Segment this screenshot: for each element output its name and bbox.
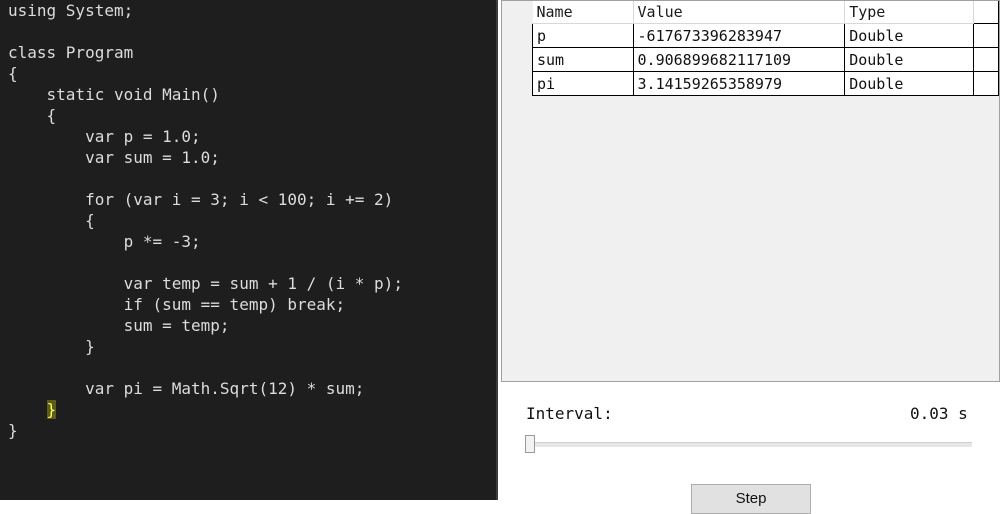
variables-panel: Name Value Type p -617673396283947 Doubl…	[501, 0, 1000, 382]
interval-value: 0.03 s	[910, 404, 968, 423]
variable-value: -617673396283947	[632, 23, 846, 48]
variable-type: Double	[844, 47, 975, 72]
column-header-value[interactable]: Value	[633, 1, 846, 24]
code-line: }	[8, 337, 95, 356]
code-line: sum = temp;	[8, 316, 230, 335]
code-editor[interactable]: using System; class Program { static voi…	[0, 0, 498, 500]
code-line: {	[8, 211, 95, 230]
code-line: class Program	[8, 43, 134, 62]
code-line: for (var i = 3; i < 100; i += 2)	[8, 190, 394, 209]
interval-slider-track[interactable]	[526, 442, 972, 448]
table-row[interactable]: pi 3.14159265358979 Double	[532, 71, 999, 96]
table-row[interactable]: p -617673396283947 Double	[532, 23, 999, 48]
variable-value: 0.906899682117109	[632, 47, 846, 72]
code-line: }	[8, 421, 18, 440]
code-line: if (sum == temp) break;	[8, 295, 346, 314]
variables-header-row: Name Value Type	[532, 1, 999, 24]
code-line: using System;	[8, 1, 134, 20]
variable-name: p	[532, 23, 634, 48]
interval-slider-thumb[interactable]	[525, 435, 535, 453]
code-line: {	[8, 64, 18, 83]
variable-value: 3.14159265358979	[632, 71, 846, 96]
step-button[interactable]: Step	[691, 484, 811, 514]
header-filler	[973, 1, 999, 24]
table-row[interactable]: sum 0.906899682117109 Double	[532, 47, 999, 72]
row-filler	[973, 47, 999, 72]
code-line: var sum = 1.0;	[8, 148, 220, 167]
code-line: p *= -3;	[8, 232, 201, 251]
code-line: var pi = Math.Sqrt(12) * sum;	[8, 379, 365, 398]
variable-name: sum	[532, 47, 634, 72]
row-filler	[973, 71, 999, 96]
code-line: static void Main()	[8, 85, 220, 104]
column-header-name[interactable]: Name	[532, 1, 634, 24]
code-line: var temp = sum + 1 / (i * p);	[8, 274, 403, 293]
column-header-type[interactable]: Type	[844, 1, 975, 24]
interval-label: Interval:	[526, 404, 613, 423]
row-filler	[973, 23, 999, 48]
variables-table: Name Value Type p -617673396283947 Doubl…	[532, 1, 999, 96]
matched-brace-highlight: }	[46, 400, 57, 419]
code-line: {	[8, 106, 57, 125]
code-line-closing-brace: }	[8, 399, 57, 420]
variable-type: Double	[844, 23, 975, 48]
variable-name: pi	[532, 71, 634, 96]
variable-type: Double	[844, 71, 975, 96]
code-line: var p = 1.0;	[8, 127, 201, 146]
